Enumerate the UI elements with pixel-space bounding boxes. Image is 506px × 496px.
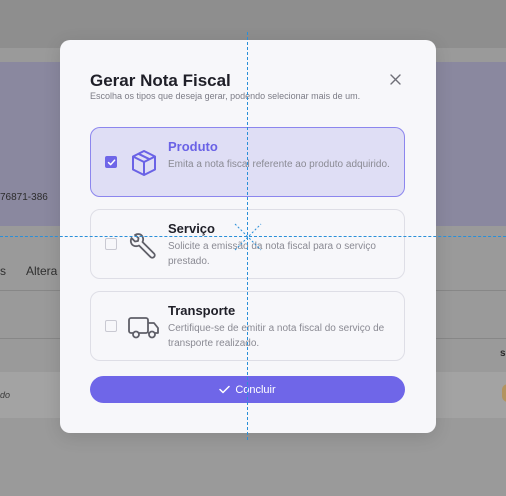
option-description: Emita a nota fiscal referente ao produto… bbox=[168, 159, 390, 170]
background-row-text: do bbox=[0, 390, 11, 400]
servico-checkbox[interactable] bbox=[105, 238, 117, 250]
option-title: Serviço bbox=[168, 221, 215, 236]
option-title: Produto bbox=[168, 139, 218, 154]
box-icon bbox=[127, 146, 161, 180]
background-column-header: s bbox=[500, 348, 506, 359]
produto-checkbox[interactable] bbox=[105, 156, 117, 168]
truck-icon bbox=[127, 310, 161, 344]
background-tab-partial: s bbox=[0, 264, 6, 278]
background-status-dot bbox=[502, 384, 506, 402]
confirm-label: Concluir bbox=[235, 383, 276, 396]
option-description: Certifique-se de emitir a nota fiscal do… bbox=[168, 323, 385, 349]
check-icon bbox=[219, 385, 231, 394]
close-icon bbox=[389, 73, 401, 85]
option-title: Transporte bbox=[168, 303, 236, 318]
background-tab-altera: Altera bbox=[26, 264, 58, 278]
option-description: Solicite a emissão da nota fiscal para o… bbox=[168, 241, 376, 267]
modal-title: Gerar Nota Fiscal bbox=[90, 71, 231, 90]
modal-subtitle: Escolha os tipos que deseja gerar, poden… bbox=[90, 91, 361, 101]
close-button[interactable] bbox=[386, 70, 404, 88]
background-phone-text: 76871-386 bbox=[0, 192, 48, 203]
check-icon bbox=[107, 158, 115, 165]
wrench-icon bbox=[127, 228, 161, 262]
crosshair-center-icon bbox=[234, 223, 262, 251]
transporte-checkbox[interactable] bbox=[105, 320, 117, 332]
